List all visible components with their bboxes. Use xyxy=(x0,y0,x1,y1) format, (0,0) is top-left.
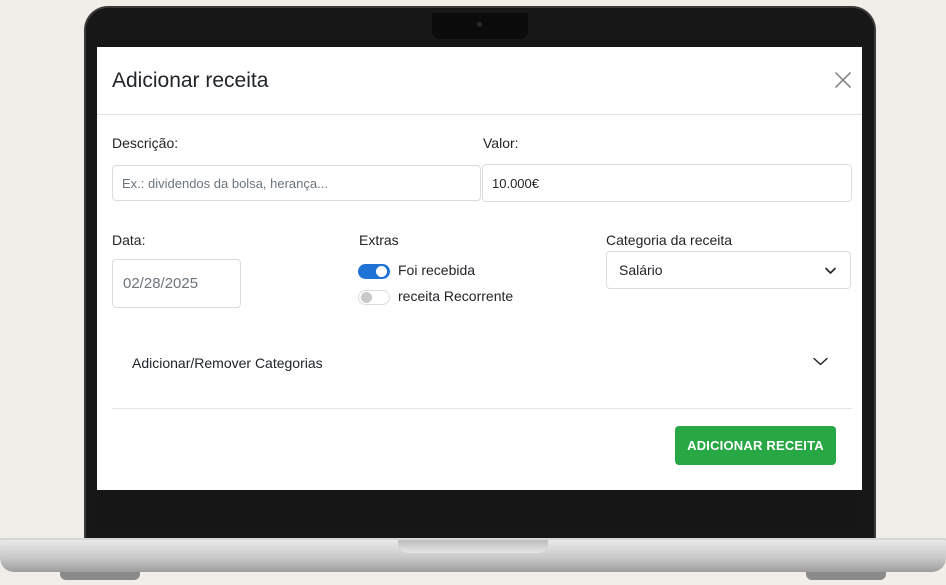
accordion-label: Adicionar/Remover Categorias xyxy=(132,355,323,371)
extras-label: Extras xyxy=(359,232,399,248)
laptop-foot-left xyxy=(60,572,140,580)
recurring-toggle-label: receita Recorrente xyxy=(398,288,514,304)
value-label: Valor: xyxy=(483,135,519,151)
chevron-down-icon xyxy=(825,267,836,274)
toggle-knob xyxy=(361,292,372,303)
header-divider xyxy=(97,114,862,115)
add-income-button[interactable]: ADICIONAR RECEITA xyxy=(675,426,836,465)
value-input[interactable] xyxy=(482,164,852,202)
date-input[interactable] xyxy=(112,259,241,308)
category-select-value: Salário xyxy=(619,262,663,278)
close-icon[interactable] xyxy=(830,67,856,93)
recurring-toggle[interactable] xyxy=(358,290,390,305)
chevron-down-icon xyxy=(813,357,828,366)
category-select[interactable]: Salário xyxy=(606,251,851,289)
received-toggle-label: Foi recebida xyxy=(398,262,476,278)
description-label: Descrição: xyxy=(112,135,179,151)
received-toggle[interactable] xyxy=(358,264,390,279)
page: Adicionar receita Descrição: Valor: Data… xyxy=(0,0,946,585)
toggle-knob xyxy=(376,266,387,277)
footer-divider xyxy=(112,408,852,409)
screen: Adicionar receita Descrição: Valor: Data… xyxy=(97,47,862,490)
add-income-modal: Adicionar receita Descrição: Valor: Data… xyxy=(97,47,862,490)
category-label: Categoria da receita xyxy=(606,232,733,248)
modal-title: Adicionar receita xyxy=(112,69,269,92)
camera-icon xyxy=(477,22,482,27)
description-input[interactable] xyxy=(112,165,481,201)
categories-accordion[interactable]: Adicionar/Remover Categorias xyxy=(112,337,852,389)
laptop-thumb-notch xyxy=(398,540,548,553)
screen-bezel-bottom xyxy=(97,490,862,528)
date-label: Data: xyxy=(112,232,146,248)
laptop-foot-right xyxy=(806,572,886,580)
